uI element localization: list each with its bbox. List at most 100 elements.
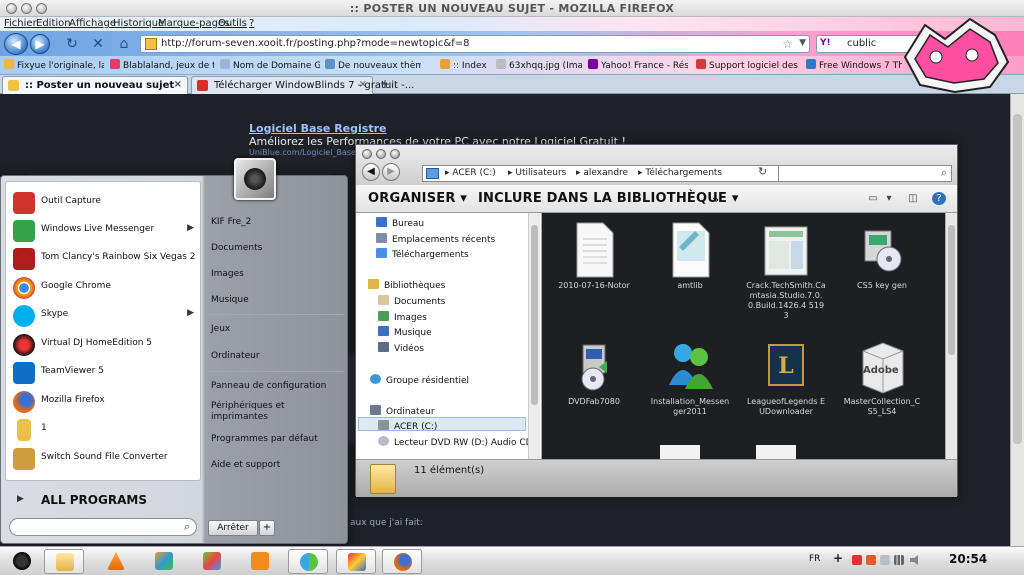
scrollbar-thumb[interactable] [1013,114,1022,444]
bookmark-item[interactable]: Blablaland, jeux de tc... [110,59,214,71]
start-item-games[interactable]: Jeux [211,324,343,335]
taskbar-app[interactable] [192,549,232,574]
bookmark-item[interactable]: Support logiciel des fo... [696,59,800,71]
start-item-help[interactable]: Aide et support [211,460,343,471]
nav-item-downloads[interactable]: Téléchargements [376,248,469,260]
start-search-input[interactable]: ⌕ [9,518,197,536]
language-indicator[interactable]: FR [809,554,820,564]
start-item-images[interactable]: Images [211,269,343,280]
submenu-arrow-icon[interactable]: ▶ [187,223,194,233]
search-icon[interactable]: ⌕ [941,166,947,180]
bookmark-item[interactable]: Free Windows 7 Them... [806,59,902,71]
submenu-arrow-icon[interactable]: ▶ [187,308,194,318]
nav-item-videos[interactable]: Vidéos [378,342,424,354]
menu-historique[interactable]: Historique [113,18,164,29]
menu-affichage[interactable]: Affichage [69,18,116,29]
preview-pane-icon[interactable]: ◫ [906,192,920,205]
more-commands-button[interactable]: » [712,193,719,206]
page-scrollbar[interactable] [1010,94,1024,546]
taskbar-vlc[interactable] [96,549,136,574]
search-icon[interactable]: ⌕ [184,520,190,534]
view-options-icon[interactable]: ▭ [866,192,880,205]
explorer-maximize-button[interactable] [390,149,400,159]
file-item[interactable]: amtlib [650,221,730,291]
program-1[interactable]: 1 [10,415,198,443]
taskbar-explorer[interactable] [44,549,84,574]
taskbar-paint[interactable] [144,549,184,574]
tab-poster-sujet[interactable]: :: Poster un nouveau sujet × [2,76,188,94]
new-tab-button[interactable]: + [380,77,390,91]
shutdown-options-button[interactable]: + [259,520,275,536]
url-dropdown-icon[interactable]: ▼ [799,38,806,48]
program-switch-sound[interactable]: Switch Sound File Converter [10,444,198,472]
breadcrumb-user[interactable]: ▸ alexandre [576,168,628,178]
nav-item-recent[interactable]: Emplacements récents [376,233,495,245]
help-icon[interactable]: ? [932,192,946,205]
scrollbar-thumb[interactable] [948,225,955,355]
include-in-library-button[interactable]: INCLURE DANS LA BIBLIOTHÈQUE ▾ [478,191,739,206]
file-item[interactable]: DVDFab7080 [554,337,634,407]
bookmark-item[interactable]: De nouveaux thèmes ... [325,59,421,71]
program-firefox[interactable]: Mozilla Firefox [10,387,198,415]
bookmark-item[interactable]: Nom de Domaine GRA... [220,59,320,71]
start-item-documents[interactable]: Documents [211,243,343,254]
explorer-refresh-icon[interactable]: ↻ [758,165,767,178]
nav-item-images[interactable]: Images [378,311,427,323]
network-icon[interactable] [880,555,890,565]
stop-icon[interactable]: ✕ [90,36,106,52]
file-item[interactable]: Installation_Messenger2011 [650,337,730,417]
taskbar-firefox[interactable] [382,549,422,574]
tray-app-icon[interactable] [852,555,862,565]
explorer-address-bar[interactable]: ▸ ACER (C:) ▸ Utilisateurs ▸ alexandre ▸… [422,165,812,182]
home-icon[interactable]: ⌂ [116,36,132,52]
bookmark-star-icon[interactable]: ☆ [782,37,793,51]
start-item-default-programs[interactable]: Programmes par défaut [211,434,343,445]
explorer-forward-button[interactable]: ▶ [382,163,400,181]
file-item[interactable]: Crack.TechSmith.Camtasia.Studio.7.0.0.Bu… [746,221,826,321]
taskbar-app-window[interactable] [336,549,376,574]
clock[interactable]: 20:54 [949,552,987,566]
reload-icon[interactable]: ↻ [64,36,80,52]
scrollbar-thumb[interactable] [531,225,538,405]
file-item[interactable]: Adobe MasterCollection_CS5_LS4 [842,337,922,417]
menu-fichier[interactable]: Fichier [4,18,37,29]
program-teamviewer[interactable]: TeamViewer 5 [10,358,198,386]
nav-item-homegroup[interactable]: Groupe résidentiel [370,374,469,386]
explorer-close-button[interactable] [362,149,372,159]
breadcrumb-users[interactable]: ▸ Utilisateurs [508,168,566,178]
ad-link[interactable]: Logiciel Base Registre [249,122,386,135]
start-item-user-folder[interactable]: KIF Fre_2 [211,217,343,228]
bookmark-item[interactable]: :: Index [440,59,490,71]
program-outil-capture[interactable]: Outil Capture [10,188,198,216]
nav-item-documents[interactable]: Documents [378,295,445,307]
file-item[interactable]: L LeagueofLegends EUDownloader [746,337,826,417]
file-item[interactable]: CS5 key gen [842,221,922,291]
back-button[interactable]: ◀ [4,33,28,55]
menu-outils[interactable]: Outils [218,18,247,29]
start-item-control-panel[interactable]: Panneau de configuration [211,381,343,392]
tray-flag-icon[interactable] [866,555,876,565]
program-rainbow-six[interactable]: Tom Clancy's Rainbow Six Vegas 2 [10,244,198,272]
menu-help[interactable]: ? [249,18,254,29]
url-bar[interactable]: http://forum-seven.xooit.fr/posting.php?… [140,35,810,53]
file-view-scrollbar[interactable] [945,213,957,459]
breadcrumb-drive[interactable]: ▸ ACER (C:) [445,168,496,178]
view-dropdown-icon[interactable]: ▾ [882,192,896,205]
explorer-back-button[interactable]: ◀ [362,163,380,181]
all-programs-button[interactable]: ▶ ALL PROGRAMS [11,490,197,512]
user-picture[interactable] [234,158,276,200]
volume-icon[interactable] [910,555,918,565]
tab-windowblinds[interactable]: Télécharger WindowBlinds 7 - gratuit -..… [191,76,414,94]
show-hidden-icons-button[interactable]: + [833,551,843,565]
program-google-chrome[interactable]: Google Chrome [10,273,198,301]
signal-icon[interactable] [894,555,904,565]
organize-button[interactable]: ORGANISER ▾ [368,191,467,206]
breadcrumb-downloads[interactable]: ▸ Téléchargements [638,168,722,178]
explorer-minimize-button[interactable] [376,149,386,159]
explorer-search-input[interactable]: ⌕ [778,165,952,182]
nav-item-bureau[interactable]: Bureau [376,217,424,229]
bookmark-item[interactable]: Fixyue l'originale, la b... [4,59,104,71]
bookmark-item[interactable]: Yahoo! France - Résult... [588,59,688,71]
close-tab-icon[interactable]: × [359,79,367,90]
start-item-music[interactable]: Musique [211,295,343,306]
